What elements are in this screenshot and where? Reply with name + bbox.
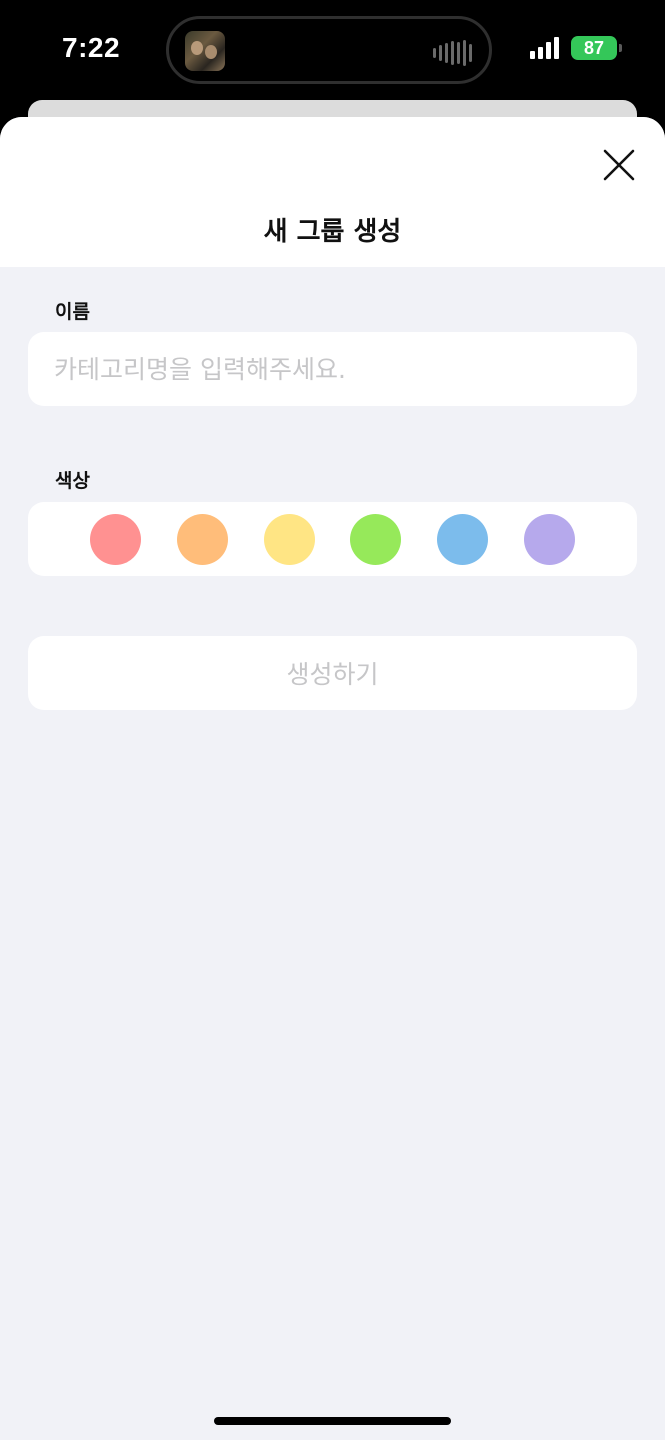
close-icon — [603, 149, 635, 181]
color-picker — [28, 502, 637, 576]
close-button[interactable] — [601, 147, 637, 183]
sheet-title: 새 그룹 생성 — [263, 217, 402, 247]
battery-icon: 87 — [571, 36, 622, 60]
audio-waveform-icon — [433, 39, 473, 67]
color-swatch-purple[interactable] — [524, 514, 575, 565]
create-button[interactable]: 생성하기 — [28, 636, 637, 710]
battery-level: 87 — [583, 37, 605, 58]
dynamic-island[interactable] — [166, 16, 492, 84]
cellular-signal-icon — [530, 37, 559, 59]
status-bar: 7:22 87 — [0, 0, 665, 100]
create-group-sheet: 새 그룹 생성 이름 색상 생성하기 — [0, 117, 665, 1440]
color-label: 색상 — [55, 470, 90, 492]
status-indicators: 87 — [530, 36, 622, 60]
color-swatch-blue[interactable] — [437, 514, 488, 565]
category-name-input[interactable] — [28, 332, 637, 406]
color-swatch-yellow[interactable] — [264, 514, 315, 565]
name-label: 이름 — [55, 301, 90, 323]
color-swatch-orange[interactable] — [177, 514, 228, 565]
status-time: 7:22 — [62, 32, 121, 63]
color-swatch-green[interactable] — [350, 514, 401, 565]
home-indicator[interactable] — [214, 1417, 451, 1425]
now-playing-artwork — [185, 31, 225, 71]
color-swatch-red[interactable] — [90, 514, 141, 565]
sheet-header: 새 그룹 생성 — [0, 117, 665, 267]
